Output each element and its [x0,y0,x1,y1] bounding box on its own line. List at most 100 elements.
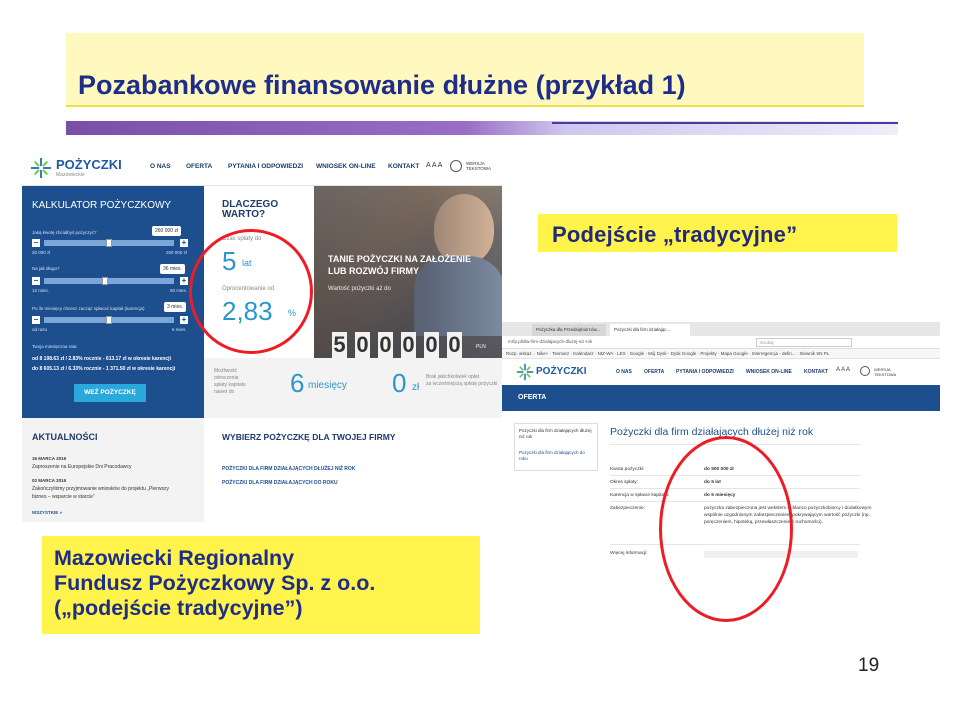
grace-text: Możliwość [214,368,238,374]
grace-slider[interactable] [44,316,174,324]
site-navbar-2: POŻYCZKI O NAS OFERTA PYTANIA I ODPOWIED… [502,359,940,385]
text-version-link[interactable]: WERSJA TEKSTOWA [466,161,496,171]
why-title-2: WARTO? [222,209,266,220]
amount-minus-button[interactable]: − [32,239,40,247]
term-question: Na jak długo? [32,266,60,271]
nav-faq[interactable]: PYTANIA I ODPOWIEDZI [676,369,734,375]
logo-star-icon [516,363,534,381]
url-text[interactable]: mrfp.pl/dla-firm-dzialajacych-dluzej-niz… [508,339,592,344]
term-plus-button[interactable]: + [180,277,188,285]
nav-offer[interactable]: OFERTA [186,163,212,170]
term-value[interactable]: 36 mies. [160,264,185,274]
offer-header: OFERTA [502,385,940,411]
grace-min: od razu [32,327,48,332]
news-all-link[interactable]: WSZYSTKIE » [32,510,62,515]
fee-big-value: 0 [392,368,407,398]
bookmarks-bar[interactable]: Rozp. wskaz. · Nike+ · Tesmarz · Kalenda… [502,349,940,359]
offer-row-label: Okres spłaty: [610,480,638,485]
logo-star-icon [31,158,51,178]
browser-tab[interactable]: Pożyczka dla Przedsiębiorców... [532,324,606,336]
nav-about[interactable]: O NAS [150,163,171,170]
browser-address-bar[interactable]: mrfp.pl/dla-firm-dzialajacych-dluzej-niz… [502,336,940,349]
font-size-control[interactable]: A A A [426,162,442,169]
grace-unit: miesięcy [308,380,347,391]
nav-about[interactable]: O NAS [616,369,632,375]
hero-digit: 0 [424,332,439,358]
news-title: AKTUALNOŚCI [32,432,98,442]
offer-page-title: Pożyczki dla firm działających dłużej ni… [610,426,814,438]
site-logo[interactable]: POŻYCZKI [536,366,587,377]
nav-offer[interactable]: OFERTA [644,369,664,375]
choose-loan-panel: WYBIERZ POŻYCZKĘ DLA TWOJEJ FIRMY POŻYCZ… [204,418,502,522]
hero-digit: 0 [447,332,462,358]
hero-currency: PLN [476,344,486,350]
term-slider-knob[interactable] [102,277,108,285]
fund-caption-line: („podejście tradycyjne”) [54,596,303,620]
amount-min: 20 000 zł [32,250,51,255]
title-accent-line [552,122,898,124]
loan-link-over-year[interactable]: POŻYCZKI DLA FIRM DZIAŁAJĄCYCH DŁUŻEJ NI… [222,466,355,472]
hero-digit: 5 [332,332,347,358]
hero-digit: 0 [378,332,393,358]
hero-title-2: LUB ROZWÓJ FIRMY [328,266,419,276]
news-link[interactable]: Zaproszenie na Europejskie Dni Pracodawc… [32,464,132,470]
amount-value[interactable]: 260 000 zł [152,226,182,236]
offer-row-label: Zabezpieczenie: [610,506,645,511]
hero-digit: 0 [401,332,416,358]
contrast-icon[interactable] [450,160,462,172]
nav-contact[interactable]: KONTAKT [804,369,828,375]
nav-faq[interactable]: PYTANIA I ODPOWIEDZI [228,163,303,170]
amount-plus-button[interactable]: + [180,239,188,247]
grace-big-value: 6 [290,368,305,398]
contrast-icon[interactable] [860,366,870,376]
news-date: 16 MARCA 2016 [32,456,67,461]
news-link[interactable]: Zakończyliśmy przyjmowanie wniosków do p… [32,486,169,492]
rate-from: od 8 198.63 zł / 2.83% rocznie - 613.17 … [32,356,171,362]
amount-slider[interactable] [44,239,174,247]
traditional-approach-label: Podejście „tradycyjne” [538,214,897,252]
page-number: 19 [858,655,880,676]
grace-minus-button[interactable]: − [32,316,40,324]
browser-tab-active[interactable]: Pożyczki dla firm działając... [610,324,690,336]
grace-plus-button[interactable]: + [180,316,188,324]
news-link-cont[interactable]: biznes – wsparcie w starcie” [32,494,95,500]
term-slider[interactable] [44,277,174,285]
site-logo-sub: Mazowieckie [56,172,85,178]
text-version-link[interactable]: WERSJA TEKSTOWA [874,367,902,377]
fund-caption-line: Mazowiecki Regionalny [54,546,295,570]
fee-text: Brak jakichkolwiek opłat [426,374,480,380]
loan-calculator: KALKULATOR POŻYCZKOWY Jaką kwotę chciałb… [22,186,204,418]
hero-sub: Wartość pożyczki aż do [328,286,391,292]
rate-label: Twoja miesięczna rata [32,344,77,349]
site-navbar: POŻYCZKI Mazowieckie O NAS OFERTA PYTANI… [22,152,502,186]
term-minus-button[interactable]: − [32,277,40,285]
grace-value[interactable]: 3 mies. [164,302,187,312]
offer-row-label: Więcej informacji: [610,551,648,556]
nav-contact[interactable]: KONTAKT [388,163,419,170]
loan-link-under-year[interactable]: POŻYCZKI DLA FIRM DZIAŁAJĄCYCH DO ROKU [222,480,338,486]
amount-slider-knob[interactable] [106,239,112,247]
fund-caption: Mazowiecki Regionalny Fundusz Pożyczkowy… [42,536,480,634]
offer-row-label: Karencja w spłacie kapitału: [610,493,670,498]
side-menu-item[interactable]: Pożyczki dla firm działających dłużej ni… [519,428,593,440]
calculator-title: KALKULATOR POŻYCZKOWY [32,200,172,211]
side-menu-item[interactable]: Pożyczki dla firm działających do roku [519,450,593,462]
nav-apply-online[interactable]: WNIOSEK ON-LINE [316,163,376,170]
hero-digit: 0 [355,332,370,358]
choose-title: WYBIERZ POŻYCZKĘ DLA TWOJEJ FIRMY [222,432,396,442]
font-size-control[interactable]: A A A [836,367,850,373]
nav-apply-online[interactable]: WNIOSEK ON-LINE [746,369,792,375]
news-date: 02 MARCA 2016 [32,478,67,483]
take-loan-button[interactable]: WEŹ POŻYCZKĘ [74,384,146,402]
slide-title: Pozabankowe finansowanie dłużne (przykła… [66,33,864,107]
amount-question: Jaką kwotę chciałbyś pożyczyć? [32,230,97,235]
offer-row-label: Kwota pożyczki: [610,467,645,472]
grace-slider-knob[interactable] [106,316,112,324]
highlight-circle-offer-values [659,436,793,622]
term-min: 12 mies. [32,288,50,293]
grace-text: spłaty kapitału [214,382,246,388]
fee-text: za wcześniejszą spłatę pożyczki [426,381,498,387]
grace-text: nawet do [214,389,235,395]
browser-search-input[interactable]: Szukaj [756,338,852,347]
site-logo[interactable]: POŻYCZKI [56,157,122,172]
